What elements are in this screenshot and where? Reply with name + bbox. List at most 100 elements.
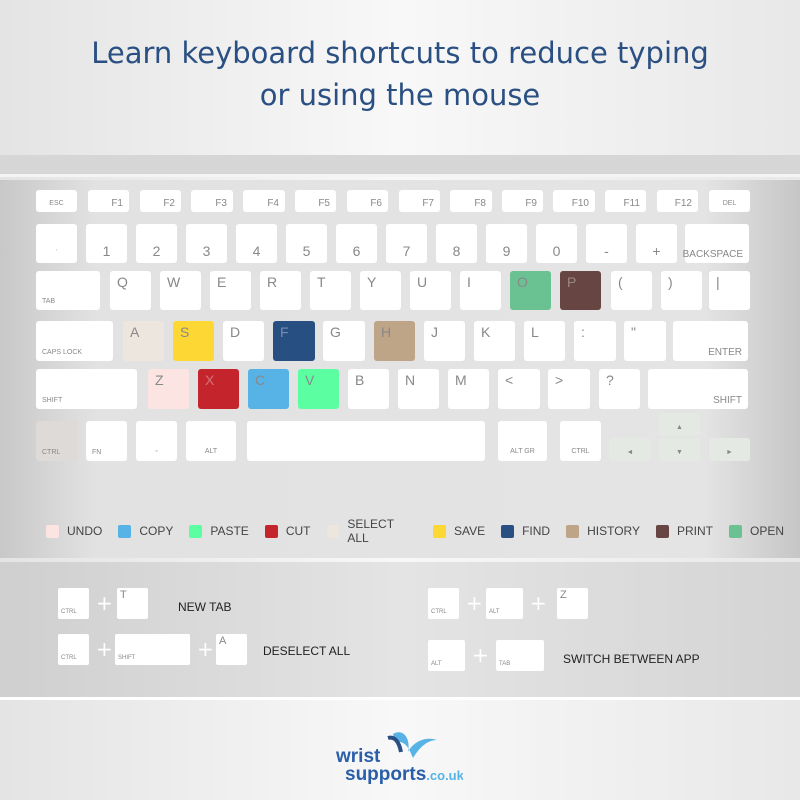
key-f12[interactable]: F12 [657,190,698,212]
key-symbol[interactable]: ◦ [136,421,177,461]
key-f5[interactable]: F5 [295,190,336,212]
key-4[interactable]: 4 [236,224,277,263]
key-1[interactable]: 1 [86,224,127,263]
key-t[interactable]: T [310,271,351,310]
key-alt[interactable]: ALT [186,421,236,461]
key-del[interactable]: DEL [709,190,750,212]
key-symbol[interactable]: ( [611,271,652,310]
key-ctrl[interactable]: CTRL [560,421,601,461]
key-symbol[interactable]: > [548,369,590,409]
key-8[interactable]: 8 [436,224,477,263]
key-esc[interactable]: ESC [36,190,77,212]
key-s[interactable]: S [173,321,214,361]
key-w[interactable]: W [160,271,201,310]
key-f9[interactable]: F9 [502,190,543,212]
key-5[interactable]: 5 [286,224,327,263]
key-x[interactable]: X [198,369,239,409]
key-6[interactable]: 6 [336,224,377,263]
key-shift[interactable]: SHIFT [36,369,137,409]
key-o[interactable]: O [510,271,551,310]
divider [0,155,800,177]
key-label: N [405,372,416,388]
key-f1[interactable]: F1 [88,190,129,212]
key-a[interactable]: A [123,321,164,361]
key-tab[interactable]: TAB [36,271,100,310]
shortcut-description: NEW TAB [178,600,232,614]
key-label: B [355,372,365,388]
key-f2[interactable]: F2 [140,190,181,212]
key-caps-lock[interactable]: CAPS LOCK [36,321,113,361]
key-d[interactable]: D [223,321,264,361]
key-q[interactable]: Q [110,271,151,310]
key-label: P [567,274,577,290]
key-symbol[interactable]: ◄ [609,438,651,461]
page-title: Learn keyboard shortcuts to reduce typin… [91,36,709,112]
key-f7[interactable]: F7 [399,190,440,212]
key-label: CTRL [61,655,77,661]
key-label: 8 [452,243,461,259]
key-z[interactable]: Z [148,369,189,409]
key-f10[interactable]: F10 [553,190,595,212]
key-3[interactable]: 3 [186,224,227,263]
key-symbol[interactable]: " [624,321,666,361]
key-label: > [555,372,564,388]
legend-label: PRINT [676,524,713,538]
shortcut-description: DESELECT ALL [263,644,351,658]
key-p[interactable]: P [560,271,601,310]
key-f11[interactable]: F11 [605,190,646,212]
key-symbol[interactable]: ? [599,369,640,409]
key-e[interactable]: E [210,271,251,310]
key-f6[interactable]: F6 [347,190,388,212]
key-m[interactable]: M [448,369,489,409]
key-2[interactable]: 2 [136,224,177,263]
key-symbol[interactable]: ` [36,224,77,263]
key-j[interactable]: J [424,321,465,361]
plus-sign: + [96,637,113,661]
key-space[interactable] [247,421,485,461]
key-symbol[interactable]: - [586,224,627,263]
key-h[interactable]: H [374,321,415,361]
key-7[interactable]: 7 [386,224,427,263]
legend-item-find: FIND [501,517,550,545]
key-label: F [280,324,289,340]
key-symbol[interactable]: : [574,321,616,361]
key-l[interactable]: L [524,321,565,361]
key-g[interactable]: G [323,321,365,361]
key-f8[interactable]: F8 [450,190,492,212]
key-9[interactable]: 9 [486,224,527,263]
key-i[interactable]: I [460,271,501,310]
key-label: ALT [431,661,442,667]
key-backspace[interactable]: BACKSPACE [683,224,749,263]
key-symbol[interactable]: ▲ [659,413,700,436]
key-label: 4 [252,243,261,259]
key-symbol[interactable]: | [709,271,750,310]
key-symbol[interactable]: < [498,369,540,409]
key-k[interactable]: K [474,321,515,361]
key-c[interactable]: C [248,369,289,409]
key-symbol[interactable]: ▼ [659,438,700,461]
key-r[interactable]: R [260,271,301,310]
key-0[interactable]: 0 [536,224,577,263]
key-symbol[interactable]: + [636,224,677,263]
key-alt-gr[interactable]: ALT GR [498,421,547,461]
key-label: F2 [163,198,175,209]
key-label: ) [668,274,673,290]
key-label: CTRL [431,609,447,615]
key-v[interactable]: V [298,369,339,409]
legend-item-open: OPEN [728,517,784,545]
key-b[interactable]: B [348,369,389,409]
legend-item-select-all: SELECT ALL [326,517,417,545]
key-f[interactable]: F [273,321,315,361]
key-u[interactable]: U [410,271,451,310]
key-n[interactable]: N [398,369,439,409]
key-fn[interactable]: FN [86,421,127,461]
key-f3[interactable]: F3 [191,190,233,212]
key-shift[interactable]: SHIFT [648,369,748,409]
key-enter[interactable]: ENTER [673,321,748,361]
key-symbol[interactable]: ► [709,438,750,461]
key-symbol[interactable]: ) [661,271,702,310]
key-label: F10 [571,198,589,209]
key-y[interactable]: Y [360,271,401,310]
key-ctrl[interactable]: CTRL [36,421,77,461]
key-f4[interactable]: F4 [243,190,285,212]
